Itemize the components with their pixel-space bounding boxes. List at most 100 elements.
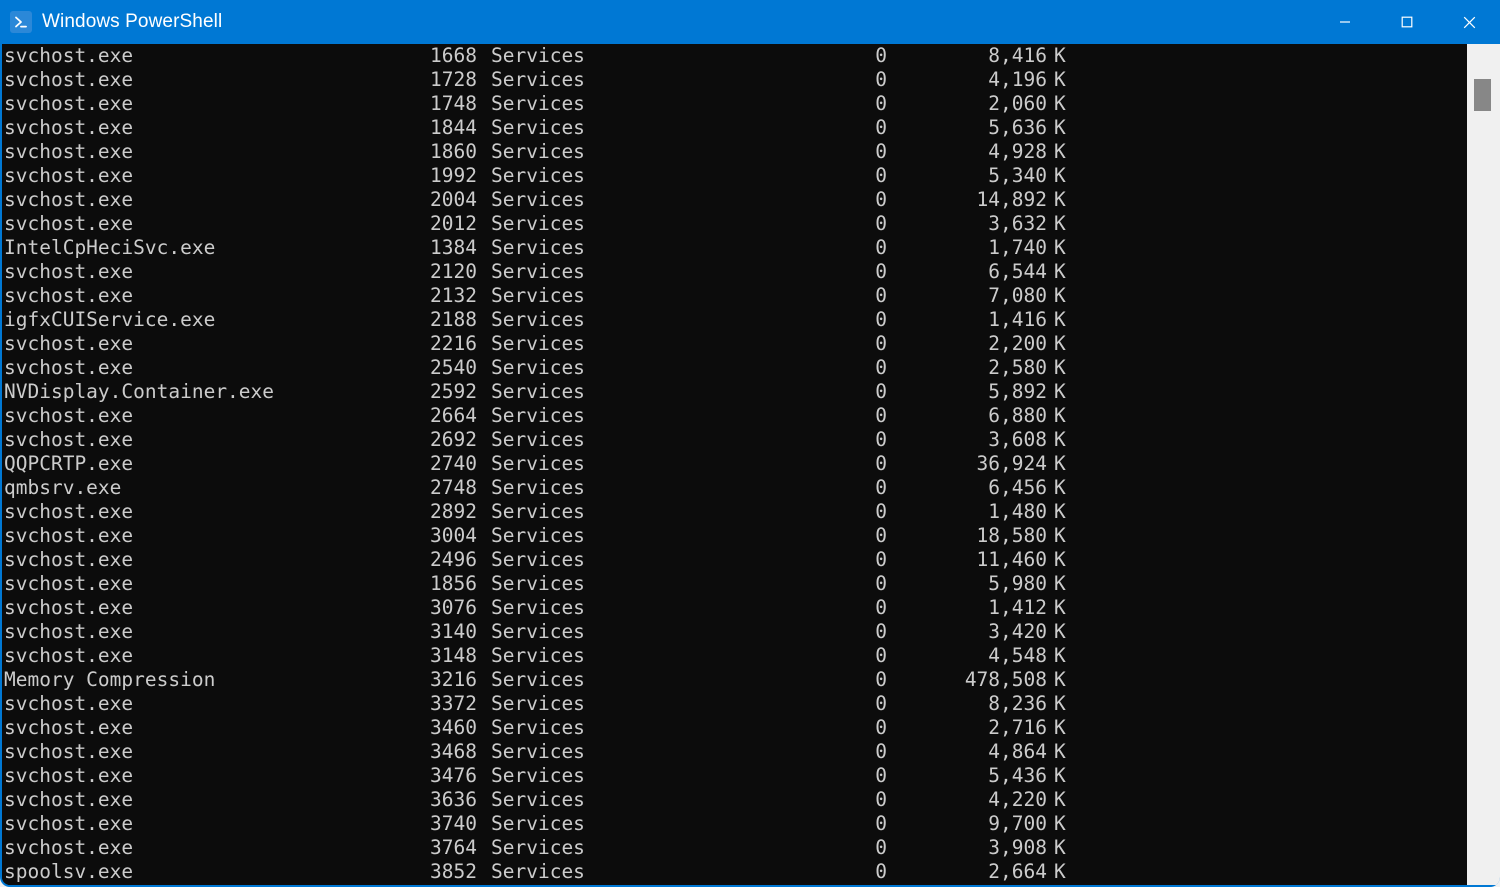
cell-mem: 5,980 [988, 572, 1047, 595]
cell-mem: 7,080 [988, 284, 1047, 307]
cell-unit: K [1054, 380, 1066, 403]
cell-mem: 14,892 [976, 188, 1047, 211]
cell-unit: K [1054, 116, 1066, 139]
cell-mem: 8,236 [988, 692, 1047, 715]
cell-unit: K [1054, 44, 1066, 67]
terminal-row: svchost.exe 3468 Services 0 4,864 K [2, 740, 1465, 764]
cell-session: Services [491, 380, 585, 403]
cell-unit: K [1054, 92, 1066, 115]
cell-session: Services [491, 140, 585, 163]
terminal-row: IntelCpHeciSvc.exe 1384 Services 0 1,740 K [2, 236, 1465, 260]
terminal-row: svchost.exe 3764 Services 0 3,908 K [2, 836, 1465, 860]
cell-mem: 6,880 [988, 404, 1047, 427]
cell-session-num: 0 [875, 644, 887, 667]
cell-pid: 3372 [430, 692, 477, 715]
cell-mem: 3,632 [988, 212, 1047, 235]
cell-unit: K [1054, 572, 1066, 595]
cell-session: Services [491, 716, 585, 739]
cell-unit: K [1054, 260, 1066, 283]
cell-unit: K [1054, 452, 1066, 475]
cell-name: spoolsv.exe [4, 860, 134, 883]
cell-session-num: 0 [875, 428, 887, 451]
terminal-row: Memory Compression 3216 Services 0 478,508 K [2, 668, 1465, 692]
cell-name: svchost.exe [4, 332, 134, 355]
terminal-output[interactable]: svchost.exe 1668 Services 0 8,416 Ksvchost.ex… [2, 44, 1465, 885]
terminal-row: svchost.exe 3140 Services 0 3,420 K [2, 620, 1465, 644]
cell-name: svchost.exe [4, 44, 134, 67]
cell-session-num: 0 [875, 332, 887, 355]
cell-session: Services [491, 692, 585, 715]
scrollbar-thumb[interactable] [1474, 79, 1491, 111]
terminal-row: svchost.exe 3004 Services 0 18,580 K [2, 524, 1465, 548]
cell-name: qmbsrv.exe [4, 476, 122, 499]
cell-pid: 2132 [430, 284, 477, 307]
cell-session: Services [491, 44, 585, 67]
cell-pid: 3076 [430, 596, 477, 619]
terminal-scrollbar[interactable] [1467, 44, 1500, 885]
cell-mem: 4,928 [988, 140, 1047, 163]
cell-unit: K [1054, 500, 1066, 523]
cell-session-num: 0 [875, 284, 887, 307]
cell-unit: K [1054, 620, 1066, 643]
cell-pid: 3764 [430, 836, 477, 859]
cell-unit: K [1054, 836, 1066, 859]
cell-mem: 1,480 [988, 500, 1047, 523]
cell-session-num: 0 [875, 740, 887, 763]
terminal-row: svchost.exe 3460 Services 0 2,716 K [2, 716, 1465, 740]
cell-unit: K [1054, 644, 1066, 667]
cell-unit: K [1054, 716, 1066, 739]
cell-mem: 2,716 [988, 716, 1047, 739]
maximize-button[interactable] [1376, 0, 1438, 44]
cell-session-num: 0 [875, 788, 887, 811]
cell-session-num: 0 [875, 92, 887, 115]
cell-session-num: 0 [875, 716, 887, 739]
cell-pid: 1992 [430, 164, 477, 187]
cell-pid: 1844 [430, 116, 477, 139]
cell-pid: 2188 [430, 308, 477, 331]
cell-pid: 2664 [430, 404, 477, 427]
minimize-button[interactable] [1314, 0, 1376, 44]
cell-unit: K [1054, 428, 1066, 451]
terminal-row: svchost.exe 3148 Services 0 4,548 K [2, 644, 1465, 668]
close-button[interactable] [1438, 0, 1500, 44]
cell-unit: K [1054, 524, 1066, 547]
cell-mem: 18,580 [976, 524, 1047, 547]
cell-session: Services [491, 668, 585, 691]
cell-session: Services [491, 500, 585, 523]
window-titlebar[interactable]: Windows PowerShell [0, 0, 1500, 44]
terminal-row: svchost.exe 3076 Services 0 1,412 K [2, 596, 1465, 620]
cell-pid: 2892 [430, 500, 477, 523]
terminal-row: svchost.exe 2496 Services 0 11,460 K [2, 548, 1465, 572]
terminal-row: svchost.exe 1668 Services 0 8,416 K [2, 44, 1465, 68]
cell-name: svchost.exe [4, 284, 134, 307]
cell-session: Services [491, 332, 585, 355]
cell-session-num: 0 [875, 116, 887, 139]
cell-pid: 1728 [430, 68, 477, 91]
terminal-row: svchost.exe 2132 Services 0 7,080 K [2, 284, 1465, 308]
cell-unit: K [1054, 68, 1066, 91]
cell-name: svchost.exe [4, 356, 134, 379]
cell-session-num: 0 [875, 308, 887, 331]
cell-name: NVDisplay.Container.exe [4, 380, 275, 403]
cell-pid: 2120 [430, 260, 477, 283]
cell-unit: K [1054, 812, 1066, 835]
cell-mem: 2,664 [988, 860, 1047, 883]
cell-unit: K [1054, 764, 1066, 787]
cell-pid: 1668 [430, 44, 477, 67]
cell-pid: 3004 [430, 524, 477, 547]
cell-session-num: 0 [875, 572, 887, 595]
cell-name: svchost.exe [4, 428, 134, 451]
cell-pid: 3852 [430, 860, 477, 883]
cell-session-num: 0 [875, 44, 887, 67]
cell-session: Services [491, 164, 585, 187]
cell-session-num: 0 [875, 476, 887, 499]
cell-name: svchost.exe [4, 644, 134, 667]
cell-mem: 4,864 [988, 740, 1047, 763]
terminal-row: svchost.exe 3740 Services 0 9,700 K [2, 812, 1465, 836]
terminal-row: svchost.exe 2004 Services 0 14,892 K [2, 188, 1465, 212]
cell-session: Services [491, 308, 585, 331]
cell-name: svchost.exe [4, 68, 134, 91]
cell-unit: K [1054, 140, 1066, 163]
powershell-prompt-icon [10, 11, 32, 33]
cell-mem: 3,908 [988, 836, 1047, 859]
